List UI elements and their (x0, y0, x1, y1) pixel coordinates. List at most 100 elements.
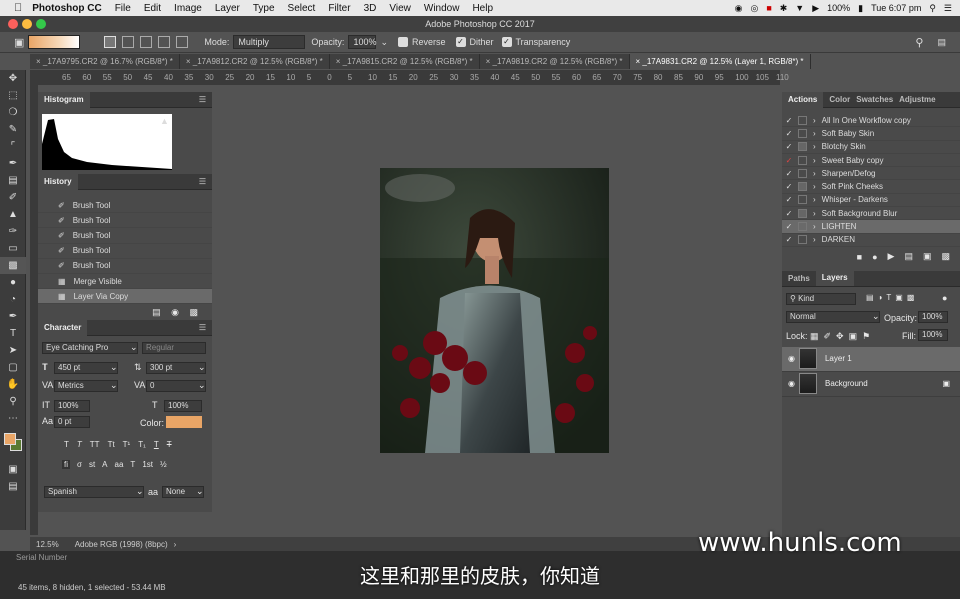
tracking-field[interactable]: 0 (146, 380, 206, 392)
status-expand-icon[interactable]: › (174, 540, 177, 549)
play-icon[interactable]: ▶ (888, 251, 895, 262)
kerning-dropdown-icon[interactable]: ⌄ (110, 380, 118, 391)
layer-opacity-field[interactable]: 100% (918, 310, 948, 323)
action-item[interactable]: ✓ › DARKEN (782, 234, 960, 247)
doc-tab[interactable]: × _17A9819.CR2 @ 12.5% (RGB/8*) * (480, 54, 630, 69)
dodge-tool-icon[interactable]: ◔ (0, 291, 26, 308)
leading-dropdown-icon[interactable]: ⌄ (198, 362, 206, 373)
lasso-tool-icon[interactable]: ❍ (0, 104, 26, 121)
notifications-icon[interactable]: ☰ (944, 3, 952, 14)
eye-icon[interactable]: ◎ (750, 3, 758, 14)
half-icon[interactable]: ½ (160, 460, 167, 469)
new-set-icon[interactable]: ▤ (904, 251, 913, 262)
search-icon[interactable]: ⚲ (915, 36, 923, 49)
expand-icon[interactable]: › (813, 129, 816, 138)
delete-action-icon[interactable]: ▩ (941, 251, 950, 262)
ruler-top[interactable]: 65 60 55 50 45 40 35 30 25 20 15 10 5 0 5 10 15 20 25 30 35 4… (30, 70, 789, 85)
expand-icon[interactable]: › (813, 182, 816, 191)
brush-tool-icon[interactable]: ✐ (0, 189, 26, 206)
opacity-dropdown-icon[interactable]: ⌄ (380, 37, 388, 48)
toggle-check-icon[interactable]: ✓ (782, 169, 796, 178)
menu-help[interactable]: Help (472, 3, 493, 14)
small-caps-icon[interactable]: Tt (108, 440, 115, 449)
toggle-check-icon[interactable]: ✓ (782, 195, 796, 204)
expand-icon[interactable]: › (813, 209, 816, 218)
menu-view[interactable]: View (389, 3, 411, 14)
panel-menu-icon[interactable]: ☰ (199, 177, 206, 186)
oldstyle-icon[interactable]: st (89, 460, 95, 469)
marquee-tool-icon[interactable]: ⬚ (0, 87, 26, 104)
menu-select[interactable]: Select (288, 3, 316, 14)
trash-icon[interactable]: ▩ (189, 307, 198, 317)
healing-tool-icon[interactable]: ▤ (0, 172, 26, 189)
action-item-selected[interactable]: ✓ › LIGHTEN (782, 220, 960, 234)
lock-icons[interactable]: ▦✐✥▣⚑ (810, 331, 875, 342)
swash-icon[interactable]: σ (77, 460, 82, 469)
menu-filter[interactable]: Filter (328, 3, 350, 14)
dialog-toggle[interactable] (798, 222, 807, 232)
dialog-toggle[interactable] (798, 128, 807, 138)
expand-icon[interactable]: › (813, 116, 816, 125)
font-style-select[interactable]: Regular (142, 342, 206, 354)
stop-icon[interactable]: ■ (857, 252, 862, 262)
stylistic-icon[interactable]: A (102, 460, 107, 469)
warning-icon[interactable]: ▲ (160, 116, 169, 126)
gradient-type-angle[interactable] (140, 36, 153, 48)
character-tab[interactable]: Character (38, 319, 88, 336)
shape-tool-icon[interactable]: ▢ (0, 359, 26, 376)
dither-checkbox[interactable]: ✓ (455, 37, 466, 47)
font-size-dropdown-icon[interactable]: ⌄ (110, 362, 118, 373)
action-item[interactable]: ✓ › Soft Baby Skin (782, 127, 960, 141)
history-brush-tool-icon[interactable]: ✑ (0, 223, 26, 240)
ruler-left[interactable] (30, 85, 38, 535)
record-icon[interactable]: ◉ (735, 3, 743, 14)
workspace-icon[interactable]: ▤ (937, 37, 946, 48)
doc-tab[interactable]: × _17A9815.CR2 @ 12.5% (RGB/8*) * (330, 54, 480, 69)
battery-icon[interactable]: ▮ (858, 3, 863, 14)
crop-tool-icon[interactable]: ⌜ (0, 138, 26, 155)
dialog-toggle[interactable] (798, 235, 807, 245)
font-family-dropdown-icon[interactable]: ⌄ (130, 342, 138, 353)
blend-dropdown-icon[interactable]: ⌄ (872, 311, 880, 322)
gradient-type-diamond[interactable] (176, 36, 189, 48)
opacity-field[interactable]: 100% (348, 35, 376, 49)
toggle-check-icon[interactable]: ✓ (782, 182, 796, 191)
history-item[interactable]: ▦ Merge Visible (38, 274, 212, 290)
tab-paths[interactable]: Paths (788, 274, 810, 283)
horizontal-scale-field[interactable]: 100% (164, 400, 202, 412)
volume-icon[interactable]: ▶ (812, 3, 819, 14)
tab-color[interactable]: Color (829, 95, 850, 104)
action-item[interactable]: ✓ › All In One Workflow copy (782, 114, 960, 128)
doc-tab[interactable]: × _17A9812.CR2 @ 12.5% (RGB/8*) * (180, 54, 330, 69)
dialog-toggle[interactable] (798, 115, 807, 125)
menu-image[interactable]: Image (174, 3, 202, 14)
faux-bold-icon[interactable]: T (64, 440, 69, 449)
clock[interactable]: Tue 6:07 pm (871, 3, 921, 13)
visibility-eye-icon[interactable]: ◉ (788, 379, 795, 388)
history-item[interactable]: ✐ Brush Tool (38, 213, 212, 229)
all-caps-icon[interactable]: TT (90, 440, 100, 449)
filter-toggle-icon[interactable]: ● (942, 293, 947, 303)
expand-icon[interactable]: › (813, 142, 816, 151)
action-item[interactable]: ✓ › Sharpen/Defog (782, 167, 960, 181)
quick-select-tool-icon[interactable]: ✎ (0, 121, 26, 138)
more-tools-icon[interactable]: ⋯ (0, 410, 26, 427)
layer-thumbnail[interactable] (798, 373, 817, 395)
kerning-field[interactable]: Metrics (54, 380, 118, 392)
layer-name[interactable]: Layer 1 (825, 354, 852, 363)
gradient-type-linear[interactable] (104, 36, 117, 48)
path-select-tool-icon[interactable]: ➤ (0, 342, 26, 359)
pen-tool-icon[interactable]: ✒ (0, 308, 26, 325)
close-window-icon[interactable] (8, 19, 18, 29)
history-item[interactable]: ✐ Brush Tool (38, 228, 212, 244)
move-tool-icon[interactable]: ✥ (0, 70, 26, 87)
expand-icon[interactable]: › (813, 235, 816, 244)
history-item[interactable]: ✐ Brush Tool (38, 244, 212, 259)
layer-filter-kind[interactable]: ⚲ Kind (786, 292, 856, 305)
eraser-tool-icon[interactable]: ▭ (0, 240, 26, 257)
history-tab[interactable]: History (38, 173, 78, 190)
gradient-type-reflected[interactable] (158, 36, 171, 48)
action-item[interactable]: ✓ › Whisper - Darkens (782, 194, 960, 208)
bluetooth-icon[interactable]: ✱ (780, 3, 788, 14)
tab-swatches[interactable]: Swatches (856, 95, 893, 104)
